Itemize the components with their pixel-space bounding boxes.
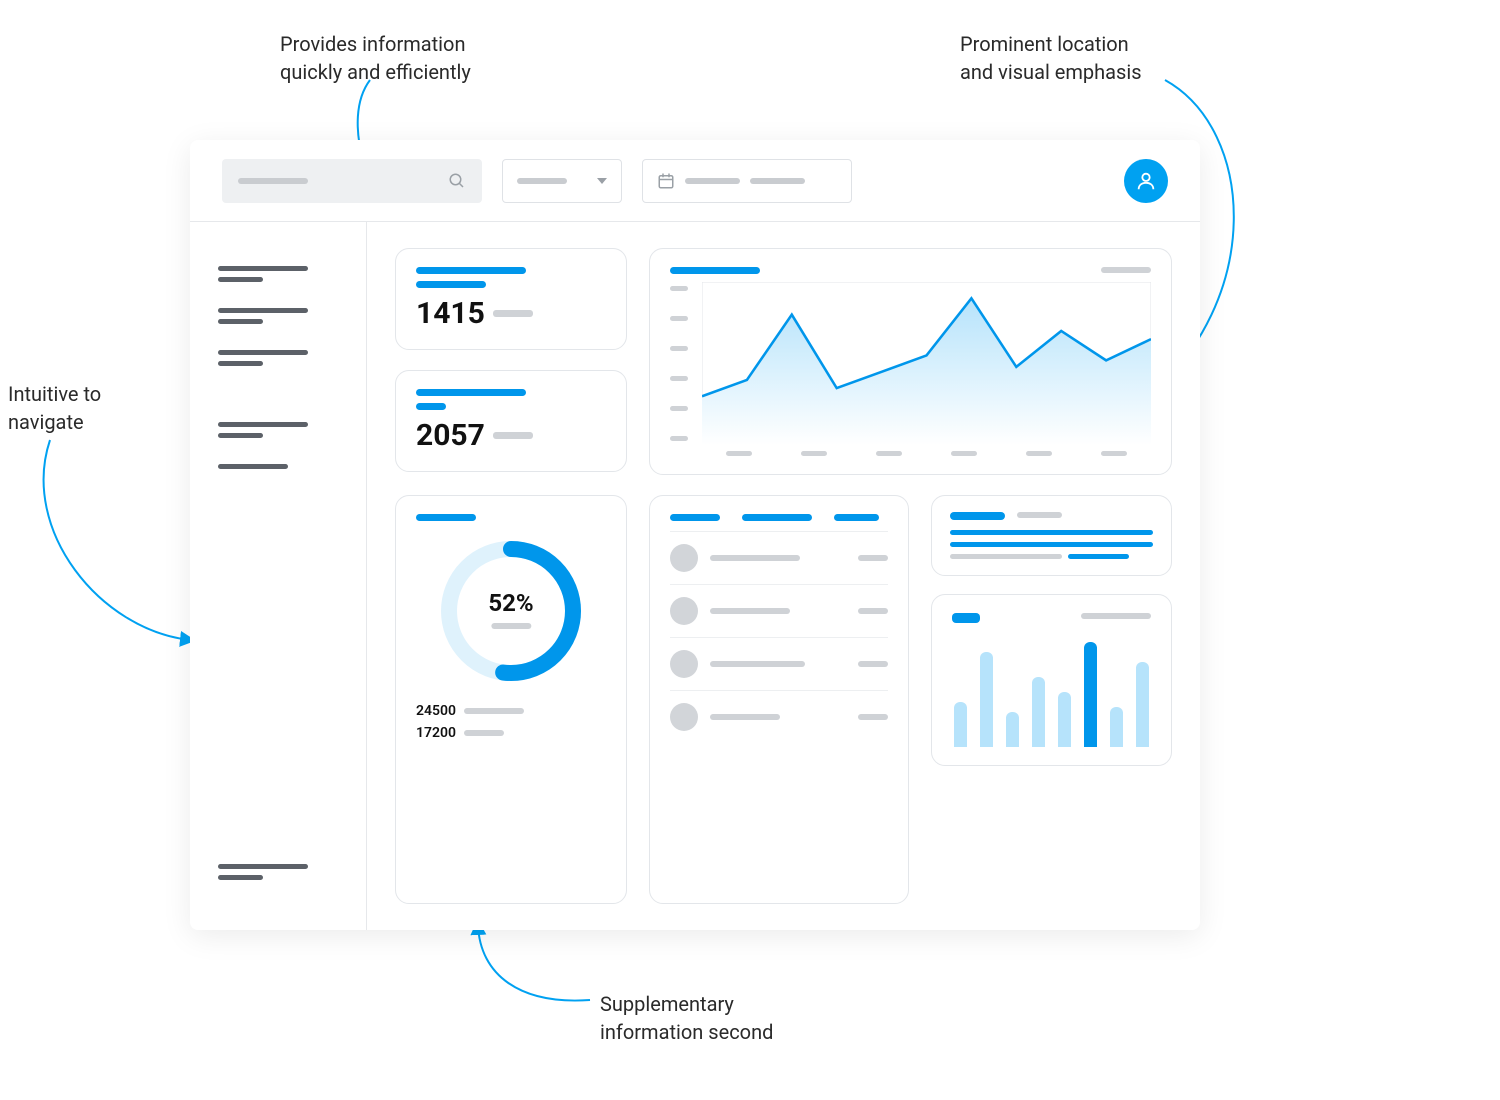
topbar bbox=[190, 140, 1200, 222]
annotation-supplementary: Supplementary information second bbox=[600, 990, 773, 1046]
donut-footer-1: 24500 bbox=[416, 703, 456, 719]
table-row[interactable] bbox=[670, 531, 888, 584]
donut-footer-2: 17200 bbox=[416, 725, 456, 741]
row-icon bbox=[670, 650, 698, 678]
chart-menu[interactable] bbox=[1101, 267, 1151, 273]
donut-percent: 52% bbox=[488, 589, 533, 617]
chart-y-axis bbox=[670, 282, 688, 445]
table-row[interactable] bbox=[670, 637, 888, 690]
annotation-prominent: Prominent location and visual emphasis bbox=[960, 30, 1142, 86]
text-block-card[interactable] bbox=[931, 495, 1172, 576]
sidebar-item[interactable] bbox=[218, 456, 338, 477]
metric-title bbox=[416, 267, 526, 274]
sidebar-item[interactable] bbox=[218, 300, 338, 332]
row-icon bbox=[670, 544, 698, 572]
sidebar-item[interactable] bbox=[218, 342, 338, 374]
row-icon bbox=[670, 703, 698, 731]
chart-x-axis bbox=[702, 451, 1151, 456]
table-header bbox=[670, 514, 888, 521]
annotation-quick-info: Provides information quickly and efficie… bbox=[280, 30, 471, 86]
donut-title bbox=[416, 514, 476, 521]
sidebar-item[interactable] bbox=[218, 258, 338, 290]
donut-chart: 52% bbox=[431, 531, 591, 691]
table-row[interactable] bbox=[670, 690, 888, 743]
calendar-icon bbox=[657, 172, 675, 190]
user-avatar[interactable] bbox=[1124, 159, 1168, 203]
sidebar bbox=[190, 222, 367, 930]
metric-value-2: 2057 bbox=[416, 418, 485, 453]
bar-chart bbox=[952, 627, 1151, 747]
chart-title bbox=[670, 267, 760, 274]
table-row[interactable] bbox=[670, 584, 888, 637]
bar-chart-card[interactable] bbox=[931, 594, 1172, 766]
line-chart-card[interactable] bbox=[649, 248, 1172, 475]
filter-dropdown[interactable] bbox=[502, 159, 622, 203]
donut-card[interactable]: 52% 24500 17200 bbox=[395, 495, 627, 904]
main-content: 1415 2057 bbox=[367, 222, 1200, 930]
metric-subtitle bbox=[416, 281, 486, 288]
metric-title bbox=[416, 389, 526, 396]
sidebar-item[interactable] bbox=[218, 414, 338, 446]
metric-subtitle bbox=[416, 403, 446, 410]
row-icon bbox=[670, 597, 698, 625]
date-start bbox=[685, 178, 740, 184]
user-icon bbox=[1135, 170, 1157, 192]
dashboard-frame: 1415 2057 bbox=[190, 140, 1200, 930]
sidebar-item[interactable] bbox=[218, 856, 338, 888]
metric-card-1[interactable]: 1415 bbox=[395, 248, 627, 350]
chevron-down-icon bbox=[597, 178, 607, 184]
annotation-navigate: Intuitive to navigate bbox=[8, 380, 101, 436]
table-card[interactable] bbox=[649, 495, 909, 904]
search-icon bbox=[448, 172, 466, 190]
search-input[interactable] bbox=[222, 159, 482, 203]
dropdown-label bbox=[517, 178, 567, 184]
metric-value-1: 1415 bbox=[416, 296, 485, 331]
metric-card-2[interactable]: 2057 bbox=[395, 370, 627, 472]
date-end bbox=[750, 178, 805, 184]
line-chart bbox=[702, 282, 1151, 445]
date-range-picker[interactable] bbox=[642, 159, 852, 203]
search-placeholder bbox=[238, 178, 308, 184]
